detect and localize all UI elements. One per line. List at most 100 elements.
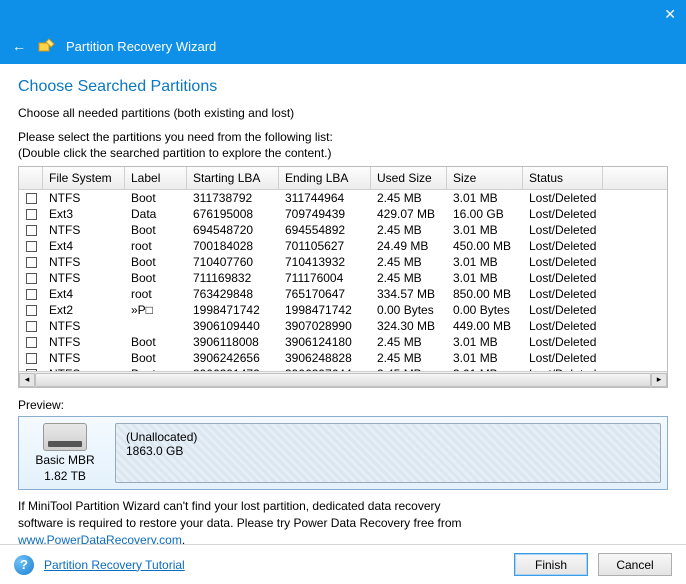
col-status[interactable]: Status [523, 167, 603, 189]
table-row[interactable]: NTFSBoot390624265639062488282.45 MB3.01 … [19, 350, 667, 366]
cell-end-lba: 701105627 [279, 238, 371, 254]
cell-start-lba: 694548720 [187, 222, 279, 238]
row-checkbox[interactable] [26, 321, 37, 332]
cell-size: 3.01 MB [447, 334, 523, 350]
cell-label: root [125, 286, 187, 302]
cell-start-lba: 700184028 [187, 238, 279, 254]
cell-start-lba: 3906242656 [187, 350, 279, 366]
finish-button[interactable]: Finish [514, 553, 588, 576]
col-check[interactable] [19, 167, 43, 189]
page-desc-2: Please select the partitions you need fr… [18, 130, 668, 144]
title-bar: ✕ [0, 0, 686, 28]
tutorial-link[interactable]: Partition Recovery Tutorial [44, 558, 185, 572]
scroll-left-icon[interactable]: ◂ [19, 373, 35, 387]
cell-size: 0.00 Bytes [447, 302, 523, 318]
col-ending-lba[interactable]: Ending LBA [279, 167, 371, 189]
content-area: Choose Searched Partitions Choose all ne… [0, 64, 686, 544]
row-checkbox[interactable] [26, 193, 37, 204]
cell-status: Lost/Deleted [523, 318, 603, 334]
disk-summary: Basic MBR 1.82 TB [25, 423, 105, 483]
row-checkbox[interactable] [26, 337, 37, 348]
page-heading: Choose Searched Partitions [18, 78, 668, 96]
row-checkbox[interactable] [26, 241, 37, 252]
col-filesystem[interactable]: File System [43, 167, 125, 189]
cell-end-lba: 1998471742 [279, 302, 371, 318]
table-row[interactable]: NTFSBoot7104077607104139322.45 MB3.01 MB… [19, 254, 667, 270]
cell-status: Lost/Deleted [523, 206, 603, 222]
cell-status: Lost/Deleted [523, 190, 603, 206]
table-row[interactable]: NTFSBoot390611800839061241802.45 MB3.01 … [19, 334, 667, 350]
cell-start-lba: 3906118008 [187, 334, 279, 350]
cell-end-lba: 710413932 [279, 254, 371, 270]
table-row[interactable]: Ext4root763429848765170647334.57 MB850.0… [19, 286, 667, 302]
cell-status: Lost/Deleted [523, 238, 603, 254]
table-row[interactable]: Ext2»P□199847174219984717420.00 Bytes0.0… [19, 302, 667, 318]
row-checkbox[interactable] [26, 289, 37, 300]
cell-end-lba: 3906124180 [279, 334, 371, 350]
col-label[interactable]: Label [125, 167, 187, 189]
row-checkbox[interactable] [26, 225, 37, 236]
table-row[interactable]: Ext3Data676195008709749439429.07 MB16.00… [19, 206, 667, 222]
row-checkbox[interactable] [26, 273, 37, 284]
back-arrow-icon[interactable]: ← [12, 38, 26, 54]
cell-filesystem: NTFS [43, 222, 125, 238]
row-checkbox[interactable] [26, 209, 37, 220]
table-row[interactable]: Ext4root70018402870110562724.49 MB450.00… [19, 238, 667, 254]
wizard-header: ← Partition Recovery Wizard [0, 28, 686, 64]
cell-filesystem: NTFS [43, 270, 125, 286]
cell-used-size: 0.00 Bytes [371, 302, 447, 318]
wizard-icon [36, 36, 56, 56]
cancel-button[interactable]: Cancel [598, 553, 672, 576]
cell-size: 3.01 MB [447, 350, 523, 366]
cell-filesystem: NTFS [43, 350, 125, 366]
allocation-name: (Unallocated) [126, 430, 650, 444]
cell-used-size: 429.07 MB [371, 206, 447, 222]
cell-size: 3.01 MB [447, 254, 523, 270]
cell-size: 3.01 MB [447, 222, 523, 238]
row-checkbox[interactable] [26, 353, 37, 364]
disk-type: Basic MBR [35, 453, 94, 467]
help-icon[interactable]: ? [14, 555, 34, 575]
cell-end-lba: 765170647 [279, 286, 371, 302]
cell-label: root [125, 238, 187, 254]
cell-used-size: 2.45 MB [371, 254, 447, 270]
cell-label: Boot [125, 350, 187, 366]
scroll-right-icon[interactable]: ▸ [651, 373, 667, 387]
recovery-link[interactable]: www.PowerDataRecovery.com [18, 533, 182, 544]
cell-used-size: 2.45 MB [371, 350, 447, 366]
table-row[interactable]: NTFSBoot6945487206945548922.45 MB3.01 MB… [19, 222, 667, 238]
close-icon[interactable]: ✕ [664, 6, 676, 23]
cell-start-lba: 311738792 [187, 190, 279, 206]
cell-size: 850.00 MB [447, 286, 523, 302]
cell-label: Boot [125, 190, 187, 206]
cell-label: Data [125, 206, 187, 222]
col-size[interactable]: Size [447, 167, 523, 189]
cell-used-size: 2.45 MB [371, 270, 447, 286]
window-title: Partition Recovery Wizard [66, 39, 216, 54]
recovery-note: If MiniTool Partition Wizard can't find … [18, 498, 668, 544]
col-used-size[interactable]: Used Size [371, 167, 447, 189]
col-starting-lba[interactable]: Starting LBA [187, 167, 279, 189]
table-row[interactable]: NTFSBoot3117387923117449642.45 MB3.01 MB… [19, 190, 667, 206]
cell-start-lba: 3906109440 [187, 318, 279, 334]
row-checkbox[interactable] [26, 305, 37, 316]
cell-end-lba: 3906248828 [279, 350, 371, 366]
table-row[interactable]: NTFSBoot7111698327111760042.45 MB3.01 MB… [19, 270, 667, 286]
cell-start-lba: 711169832 [187, 270, 279, 286]
cell-label: Boot [125, 254, 187, 270]
cell-size: 16.00 GB [447, 206, 523, 222]
cell-used-size: 324.30 MB [371, 318, 447, 334]
scroll-thumb[interactable] [35, 373, 651, 387]
footer-bar: ? Partition Recovery Tutorial Finish Can… [0, 544, 686, 584]
allocation-block[interactable]: (Unallocated) 1863.0 GB [115, 423, 661, 483]
cell-label: Boot [125, 334, 187, 350]
cell-used-size: 2.45 MB [371, 190, 447, 206]
note-line-2: software is required to restore your dat… [18, 516, 462, 530]
disk-icon [43, 423, 87, 451]
cell-start-lba: 763429848 [187, 286, 279, 302]
table-row[interactable]: NTFS39061094403907028990324.30 MB449.00 … [19, 318, 667, 334]
horizontal-scrollbar[interactable]: ◂ ▸ [19, 371, 667, 387]
cell-used-size: 334.57 MB [371, 286, 447, 302]
cell-label: »P□ [125, 302, 187, 318]
row-checkbox[interactable] [26, 257, 37, 268]
